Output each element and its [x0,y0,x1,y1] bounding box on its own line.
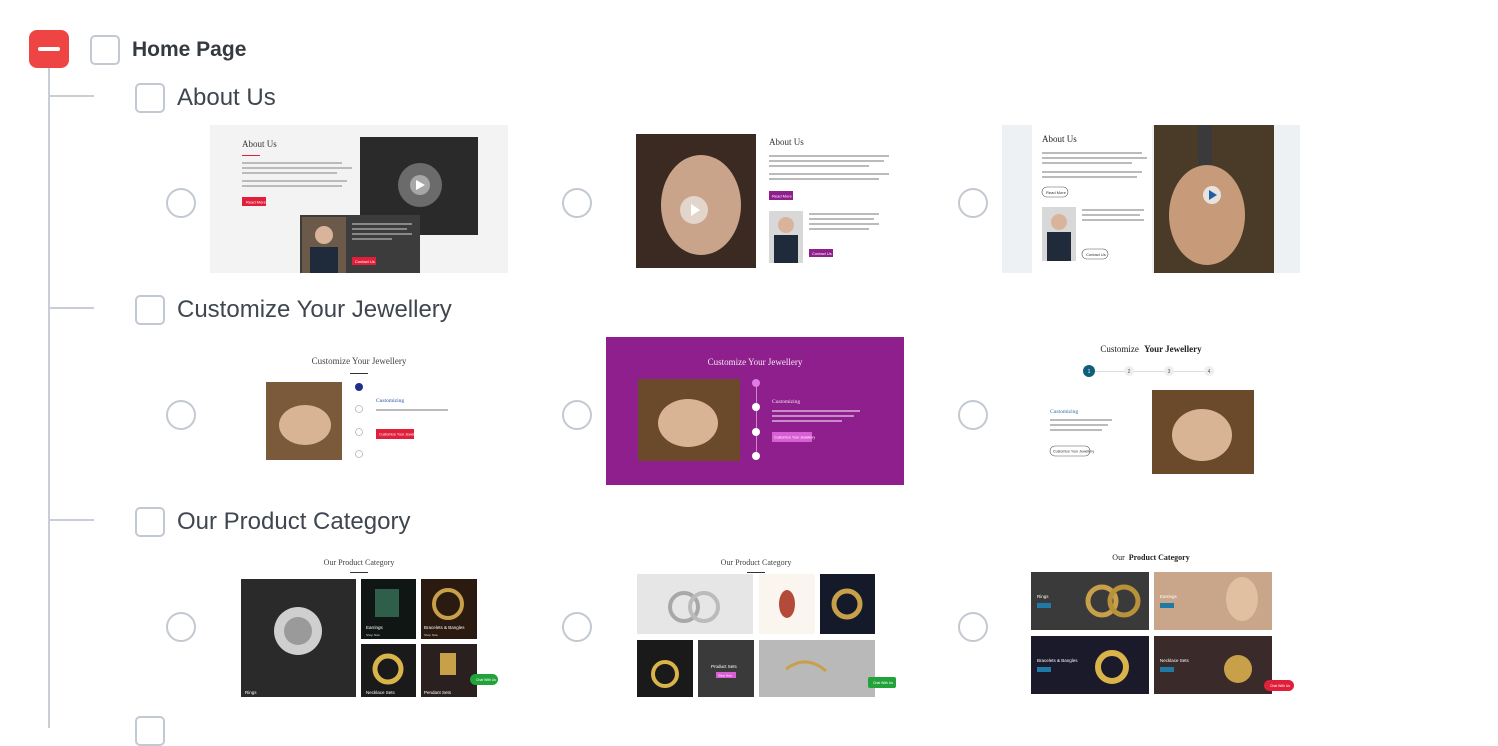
preview-title: Customize Your Jewellery [312,356,407,366]
tree-branch-line [50,307,94,309]
customize-option-2-preview[interactable]: Customize Your Jewellery Customizing Cus… [606,337,904,485]
preview-step-4: 4 [1208,369,1211,375]
preview-chat-button: Chat With Us [476,678,496,682]
preview-shop-link: Shop Now [424,633,439,637]
preview-contact: Contact Us [355,259,375,264]
preview-button: Customize Your Jewellery [379,433,420,437]
preview-chat-button: Chat With Us [873,681,893,685]
preview-step-title: Customizing [376,398,404,404]
customize-option-3-radio[interactable] [958,400,988,430]
preview-contact: Contact Us [812,251,832,256]
product-category-checkbox[interactable] [135,507,165,537]
preview-title-bold: Product Category [1129,553,1190,562]
preview-contact: Contact Us [1086,252,1106,257]
product-category-option-1-preview[interactable]: Our Product Category Rings Earrings Shop… [210,549,508,697]
product-category-option-2-radio[interactable] [562,612,592,642]
preview-tile-label: Rings [1037,594,1049,599]
preview-title-prefix: Customize [1100,344,1139,354]
about-us-option-3-preview[interactable]: About Us Read More Contact Us [1002,125,1300,273]
preview-chat-button: Chat With Us [1270,684,1290,688]
preview-tile-label: Necklace Sets [1160,658,1190,663]
about-us-label: About Us [177,84,276,111]
preview-tile-label: Necklace Sets [366,690,396,695]
preview-button: Customize Your Jewellery [774,436,815,440]
preview-title: Our Product Category [324,558,395,567]
preview-title: About Us [1042,134,1077,144]
preview-shop-link: Shop Now [366,633,381,637]
preview-tile-label: Bracelets & Bangles [1037,658,1078,663]
customize-option-2-radio[interactable] [562,400,592,430]
customize-jewellery-label: Customize Your Jewellery [177,296,452,323]
preview-button: Customize Your Jewellery [1053,450,1094,454]
product-category-option-2-preview[interactable]: Our Product Category Product Sets Shop N… [606,549,904,697]
collapse-button[interactable] [29,30,69,68]
preview-tile-label: Pendant Sets [424,690,452,695]
svg-text:Customize Your Jewellery: Customize Your Jewellery [1100,344,1202,354]
about-us-option-1-preview[interactable]: About Us Read More Contact Us [210,125,508,273]
svg-text:Our Product Category: Our Product Category [1112,553,1189,562]
preview-title-prefix: Our [1112,553,1125,562]
minus-icon [38,47,60,51]
preview-step-3: 3 [1168,369,1171,375]
preview-read-more: Read More [1046,190,1067,195]
preview-step-2: 2 [1128,369,1131,375]
customize-option-3-preview[interactable]: Customize Your Jewellery 1 2 3 4 Customi… [1002,337,1300,485]
preview-title-bold: Your Jewellery [1144,344,1202,354]
about-us-option-1-radio[interactable] [166,188,196,218]
product-category-option-3-preview[interactable]: Our Product Category Rings Earrings Brac… [1002,549,1300,697]
preview-tile-label: Product Sets [711,664,738,669]
preview-step-1: 1 [1088,369,1091,375]
preview-step-title: Customizing [1050,409,1078,415]
next-section-checkbox[interactable] [135,716,165,746]
preview-title: About Us [769,137,804,147]
about-us-option-2-radio[interactable] [562,188,592,218]
tree-branch-line [50,519,94,521]
home-page-checkbox[interactable] [90,35,120,65]
preview-read-more: Read More [772,194,793,199]
customize-option-1-preview[interactable]: Customize Your Jewellery Customizing Cus… [210,337,508,485]
preview-title: Our Product Category [721,558,792,567]
about-us-option-2-preview[interactable]: About Us Read More Contact Us [606,125,904,273]
preview-tile-label: Rings [245,690,257,695]
preview-title: About Us [242,139,277,149]
customize-jewellery-checkbox[interactable] [135,295,165,325]
tree-branch-line [50,95,94,97]
preview-step-title: Customizing [772,399,800,405]
customize-option-1-radio[interactable] [166,400,196,430]
preview-title: Customize Your Jewellery [708,357,803,367]
about-us-checkbox[interactable] [135,83,165,113]
about-us-option-3-radio[interactable] [958,188,988,218]
preview-tile-label: Bracelets & Bangles [424,625,465,630]
preview-tile-label: Earrings [366,625,384,630]
tree-vertical-line [48,68,50,728]
preview-shop-link: Shop Now [718,674,733,678]
product-category-option-1-radio[interactable] [166,612,196,642]
preview-read-more: Read More [246,200,267,205]
product-category-option-3-radio[interactable] [958,612,988,642]
home-page-label: Home Page [132,38,247,61]
product-category-label: Our Product Category [177,508,411,535]
preview-tile-label: Earrings [1160,594,1178,599]
